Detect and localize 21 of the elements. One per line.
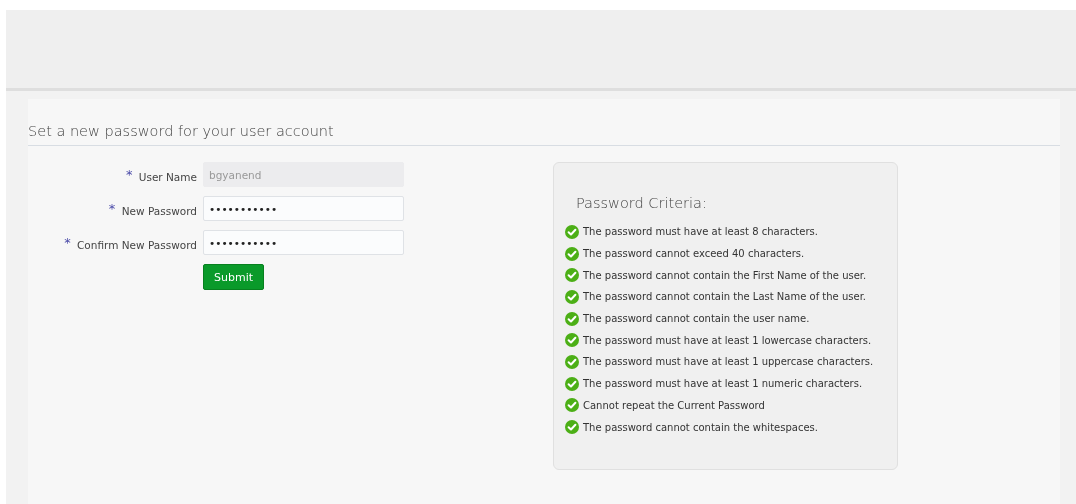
criteria-item: The password must have at least 1 lowercase characters. xyxy=(583,334,872,346)
input-field[interactable]: ••••••••••• xyxy=(203,230,404,255)
criteria-item: The password must have at least 8 characters. xyxy=(583,226,818,238)
required-asterisk: * xyxy=(108,200,116,216)
criteria-item: The password cannot contain the user name. xyxy=(583,313,810,325)
field-label: User Name xyxy=(138,170,197,183)
required-asterisk: * xyxy=(64,234,71,250)
criteria-item: The password cannot exceed 40 characters. xyxy=(583,248,805,260)
criteria-item: The password must have at least 1 uppercase characters. xyxy=(583,356,874,368)
criteria-title: Password Criteria: xyxy=(576,195,708,211)
input-field[interactable]: ••••••••••• xyxy=(203,196,404,221)
page-title: Set a new password for your user account xyxy=(28,123,1060,146)
field-label: New Password xyxy=(121,204,197,217)
criteria-item: The password cannot contain the First Name of the user. xyxy=(583,269,867,281)
submit-button[interactable]: Submit xyxy=(203,264,265,290)
field-label: Confirm New Password xyxy=(77,238,197,251)
criteria-item: The password cannot contain the whitespaces. xyxy=(583,421,818,433)
criteria-item: Cannot repeat the Current Password xyxy=(583,399,765,411)
criteria-item: The password cannot contain the Last Name of the user. xyxy=(583,291,866,303)
required-asterisk: * xyxy=(125,166,133,182)
criteria-item: The password must have at least 1 numeric characters. xyxy=(583,378,863,390)
